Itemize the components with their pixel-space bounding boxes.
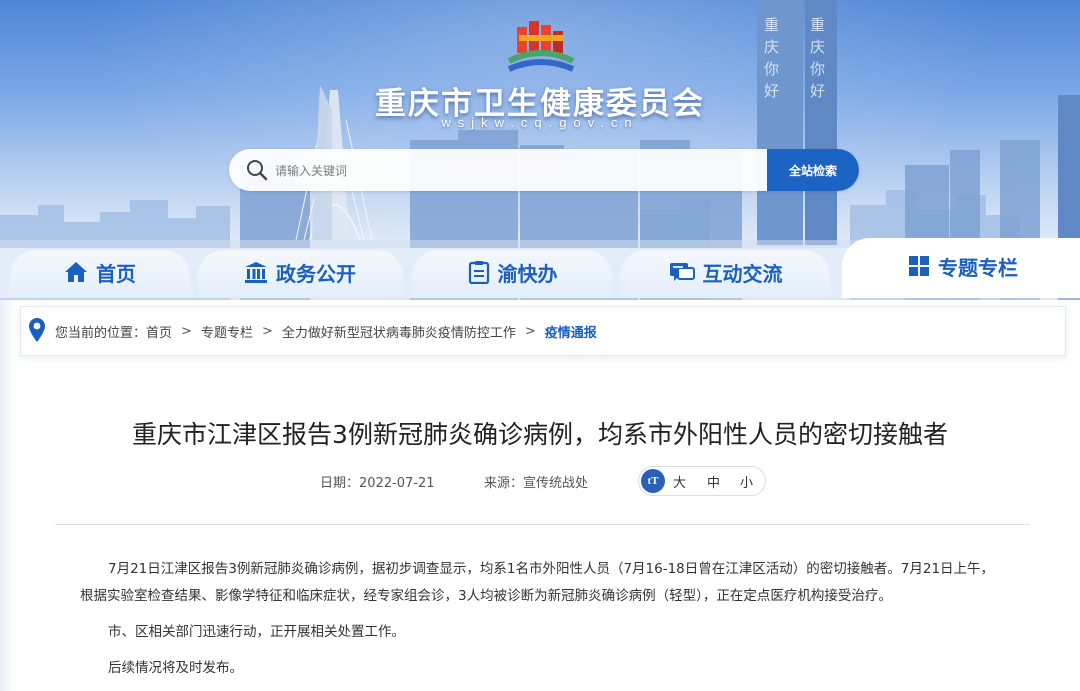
- location-pin-icon: [29, 318, 45, 342]
- tab-label: 专题专栏: [938, 255, 1018, 280]
- font-size-switcher: tT 大 中 小: [638, 466, 766, 496]
- article-body: 7月21日江津区报告3例新冠肺炎确诊病例，据初步调查显示，均系1名市外阳性人员（…: [80, 556, 1005, 691]
- chat-bubble-icon: [669, 263, 695, 281]
- tab-label: 互动交流: [702, 261, 783, 286]
- meta-divider: [55, 524, 1030, 525]
- article-title: 重庆市江津区报告3例新冠肺炎确诊病例，均系市外阳性人员的密切接触者: [132, 420, 948, 449]
- breadcrumb-epidemic-report[interactable]: 疫情通报: [545, 322, 597, 341]
- article-paragraph: 市、区相关部门迅速行动，正开展相关处置工作。: [108, 624, 405, 640]
- font-size-large-button[interactable]: 大: [673, 472, 686, 491]
- article-paragraph: 后续情况将及时发布。: [108, 660, 243, 676]
- breadcrumb-separator: >: [181, 323, 192, 339]
- svg-text:庆: 庆: [810, 38, 825, 56]
- search-bar: 全站检索: [229, 149, 859, 191]
- tab-interaction[interactable]: 互动交流: [628, 246, 823, 298]
- svg-text:重: 重: [810, 16, 825, 34]
- breadcrumb-separator: >: [261, 323, 273, 339]
- publish-date: 日期：2022-07-21: [320, 476, 435, 491]
- search-icon: [247, 160, 268, 181]
- site-search-button[interactable]: 全站检索: [767, 149, 859, 191]
- tab-special-topics[interactable]: 专题专栏: [858, 238, 1068, 294]
- site-logo: [507, 21, 575, 72]
- tab-label: 政务公开: [276, 261, 356, 286]
- svg-text:你: 你: [764, 60, 779, 78]
- breadcrumb-special-topics[interactable]: 专题专栏: [201, 322, 253, 341]
- grid-icon: [909, 256, 929, 276]
- article-source: 来源：宣传统战处: [484, 476, 589, 491]
- breadcrumb-covid-prevention[interactable]: 全力做好新型冠状病毒肺炎疫情防控工作: [282, 322, 516, 341]
- government-building-icon: [245, 262, 267, 283]
- search-input[interactable]: [273, 149, 757, 191]
- font-size-small-button[interactable]: 小: [740, 472, 753, 491]
- svg-text:重: 重: [764, 16, 779, 34]
- article-paragraph: 7月21日江津区报告3例新冠肺炎确诊病例，据初步调查显示，均系1名市外阳性人员（…: [80, 561, 995, 604]
- breadcrumb: 您当前的位置： 首页 > 专题专栏 > 全力做好新型冠状病毒肺炎疫情防控工作 >…: [20, 306, 1066, 356]
- svg-text:庆: 庆: [764, 38, 779, 56]
- clipboard-icon: [468, 261, 489, 284]
- breadcrumb-trail: 您当前的位置： 首页 > 专题专栏 > 全力做好新型冠状病毒肺炎疫情防控工作 >…: [55, 307, 597, 355]
- tab-label: 渝快办: [497, 261, 558, 286]
- tab-government-affairs[interactable]: 政务公开: [205, 246, 395, 298]
- font-size-icon: tT: [641, 469, 665, 493]
- tab-label: 首页: [96, 261, 136, 286]
- breadcrumb-separator: >: [524, 323, 536, 339]
- article-meta: 日期：2022-07-21 来源：宣传统战处 tT 大 中 小: [0, 466, 1080, 496]
- site-domain: wsjkw.cq.gov.cn: [441, 115, 639, 130]
- svg-text:你: 你: [810, 60, 825, 78]
- tab-yukuaiban[interactable]: 渝快办: [420, 246, 605, 298]
- main-navigation: 首页 政务公开 渝快办 互动交流 专题专栏: [0, 238, 1080, 298]
- home-icon: [65, 262, 87, 282]
- font-size-medium-button[interactable]: 中: [707, 472, 720, 491]
- breadcrumb-prefix: 您当前的位置：: [55, 325, 147, 341]
- breadcrumb-home[interactable]: 首页: [146, 322, 172, 341]
- tab-home[interactable]: 首页: [20, 246, 180, 298]
